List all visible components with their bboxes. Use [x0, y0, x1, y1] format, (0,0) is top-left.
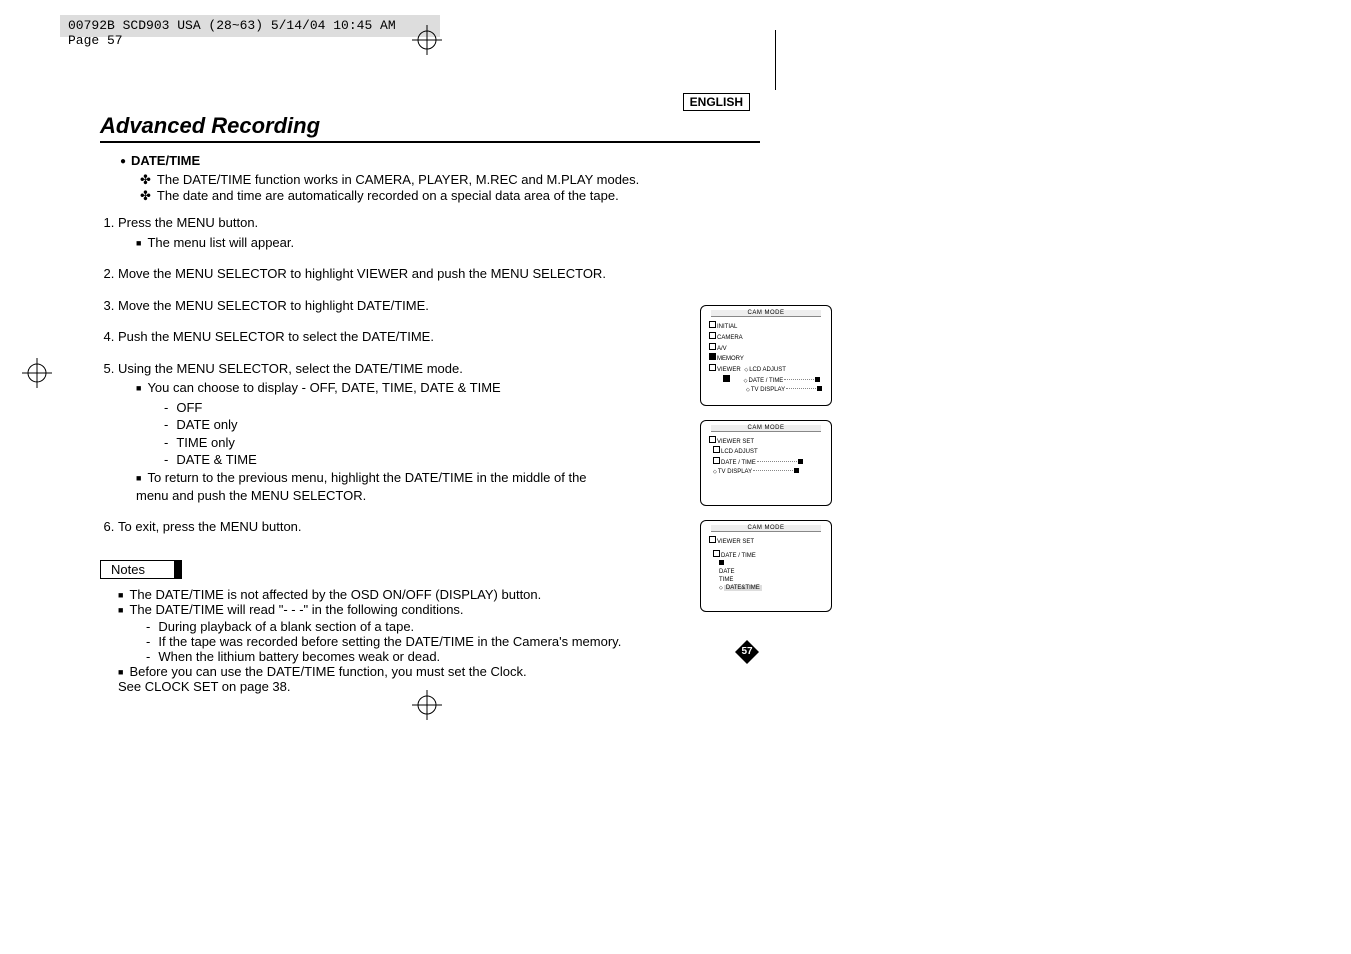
title-rule — [100, 141, 760, 143]
option-selected: DATE&TIME — [724, 585, 762, 591]
menu-item: CAMERA — [717, 335, 743, 341]
note-item: The DATE/TIME is not affected by the OSD… — [118, 587, 638, 602]
notes-list: The DATE/TIME is not affected by the OSD… — [100, 587, 638, 694]
crop-mark-bottom — [412, 690, 442, 720]
menu-item: VIEWER — [717, 367, 741, 373]
note-item: The DATE/TIME will read "- - -" in the f… — [118, 602, 638, 664]
option: DATE & TIME — [164, 451, 608, 469]
notes-heading: Notes — [100, 560, 182, 579]
option: OFF — [164, 399, 608, 417]
lcd-diagrams: CAM MODE INITIAL CAMERA A/V MEMORY VIEWE… — [700, 305, 840, 626]
step: To exit, press the MENU button. — [118, 518, 608, 536]
option-row: DATE — [719, 569, 831, 577]
submenu-item: LCD ADJUST — [721, 449, 758, 455]
option-row — [719, 560, 831, 569]
step-sub: The menu list will appear. — [136, 234, 608, 252]
step: Push the MENU SELECTOR to select the DAT… — [118, 328, 608, 346]
submenu-item: DATE / TIME — [721, 460, 756, 466]
screen-title: CAM MODE — [711, 525, 821, 532]
note-sub: If the tape was recorded before setting … — [146, 634, 638, 649]
option-row: DATE&TIME — [719, 585, 831, 593]
option: DATE only — [164, 416, 608, 434]
note-item: Before you can use the DATE/TIME functio… — [118, 664, 638, 694]
steps-list: Press the MENU button. The menu list wil… — [100, 214, 608, 536]
intro-list: The DATE/TIME function works in CAMERA, … — [140, 172, 760, 204]
submenu-item: DATE / TIME — [721, 553, 756, 559]
menu-item: INITIAL — [717, 324, 737, 330]
step-sub: You can choose to display - OFF, DATE, T… — [136, 379, 608, 469]
option: TIME only — [164, 434, 608, 452]
language-badge: ENGLISH — [683, 93, 750, 111]
menu-item: VIEWER SET — [717, 439, 754, 445]
intro-item: The DATE/TIME function works in CAMERA, … — [140, 172, 760, 188]
submenu-item: LCD ADJUST — [744, 367, 786, 375]
menu-item: VIEWER SET — [717, 539, 754, 545]
lcd-screen-1: CAM MODE INITIAL CAMERA A/V MEMORY VIEWE… — [700, 305, 832, 406]
menu-item: MEMORY — [717, 356, 744, 362]
step: Press the MENU button. The menu list wil… — [118, 214, 608, 251]
note-text: Before you can use the DATE/TIME functio… — [129, 664, 526, 679]
note-sub: When the lithium battery becomes weak or… — [146, 649, 638, 664]
note-sub: During playback of a blank section of a … — [146, 619, 638, 634]
file-header: 00792B SCD903 USA (28~63) 5/14/04 10:45 … — [60, 15, 440, 37]
step-sub: To return to the previous menu, highligh… — [136, 469, 608, 504]
page-number: 57 — [735, 640, 759, 664]
lcd-screen-2: CAM MODE VIEWER SET LCD ADJUST DATE / TI… — [700, 420, 832, 506]
intro-item: The date and time are automatically reco… — [140, 188, 760, 204]
option-row: TIME — [719, 577, 831, 585]
screen-title: CAM MODE — [711, 425, 821, 432]
submenu-item: DATE / TIME — [744, 378, 784, 386]
note-text: See CLOCK SET on page 38. — [118, 679, 290, 694]
screen-title: CAM MODE — [711, 310, 821, 317]
step: Move the MENU SELECTOR to highlight DATE… — [118, 297, 608, 315]
step-text: Press the MENU button. — [118, 215, 258, 230]
menu-item: A/V — [717, 346, 727, 352]
lcd-screen-3: CAM MODE VIEWER SET DATE / TIME DATE TIM… — [700, 520, 832, 612]
note-text: The DATE/TIME will read "- - -" in the f… — [129, 602, 463, 617]
step-sub-text: You can choose to display - OFF, DATE, T… — [147, 380, 500, 395]
submenu-item: TV DISPLAY — [718, 469, 752, 475]
crop-mark-left — [22, 358, 52, 388]
submenu-item: TV DISPLAY — [746, 387, 785, 395]
section-heading: DATE/TIME — [120, 153, 760, 168]
step: Move the MENU SELECTOR to highlight VIEW… — [118, 265, 608, 283]
step: Using the MENU SELECTOR, select the DATE… — [118, 360, 608, 504]
page-number-text: 57 — [735, 640, 759, 664]
center-guide — [775, 30, 776, 90]
step-text: Using the MENU SELECTOR, select the DATE… — [118, 361, 463, 376]
page-title: Advanced Recording — [100, 113, 760, 139]
crop-mark-top — [412, 25, 442, 55]
page-content: ENGLISH Advanced Recording DATE/TIME The… — [100, 95, 760, 694]
